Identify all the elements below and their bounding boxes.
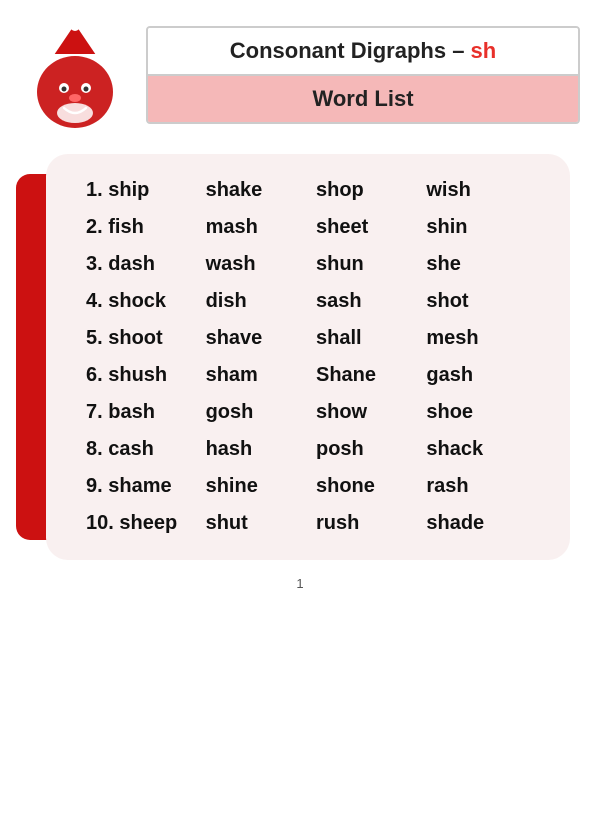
word-cell: shop — [312, 172, 422, 209]
word-cell: 5. shoot — [82, 320, 202, 357]
word-cell: 9. shame — [82, 468, 202, 505]
table-row: 5. shootshaveshallmesh — [82, 320, 542, 357]
word-cell: 7. bash — [82, 394, 202, 431]
word-cell: posh — [312, 431, 422, 468]
word-cell: hash — [202, 431, 312, 468]
mascot — [20, 20, 130, 130]
table-row: 6. shushshamShanegash — [82, 357, 542, 394]
word-cell: 6. shush — [82, 357, 202, 394]
word-cell: mesh — [422, 320, 542, 357]
word-cell: shot — [422, 283, 542, 320]
word-cell: shut — [202, 505, 312, 542]
word-cell: sash — [312, 283, 422, 320]
page-number: 1 — [296, 576, 303, 591]
table-row: 1. shipshakeshopwish — [82, 172, 542, 209]
word-cell: shade — [422, 505, 542, 542]
word-cell: 4. shock — [82, 283, 202, 320]
word-cell: she — [422, 246, 542, 283]
word-cell: shave — [202, 320, 312, 357]
word-cell: dish — [202, 283, 312, 320]
word-cell: rush — [312, 505, 422, 542]
word-cell: wash — [202, 246, 312, 283]
word-cell: mash — [202, 209, 312, 246]
title-bottom: Word List — [148, 76, 578, 122]
word-cell: wish — [422, 172, 542, 209]
table-row: 9. shameshineshonerash — [82, 468, 542, 505]
footer: 1 — [296, 576, 303, 591]
word-cell: sham — [202, 357, 312, 394]
word-cell: shun — [312, 246, 422, 283]
word-cell: show — [312, 394, 422, 431]
title-text: Consonant Digraphs – — [230, 38, 471, 63]
word-cell: shake — [202, 172, 312, 209]
table-row: 2. fishmashsheetshin — [82, 209, 542, 246]
header: Consonant Digraphs – sh Word List — [20, 20, 580, 130]
sh-highlight: sh — [471, 38, 497, 63]
word-cell: shack — [422, 431, 542, 468]
word-cell: shine — [202, 468, 312, 505]
word-table: 1. shipshakeshopwish2. fishmashsheetshin… — [82, 172, 542, 542]
table-row: 8. cashhashposhshack — [82, 431, 542, 468]
word-cell: 3. dash — [82, 246, 202, 283]
word-cell: shone — [312, 468, 422, 505]
word-cell: gash — [422, 357, 542, 394]
word-cell: 10. sheep — [82, 505, 202, 542]
word-cell: 8. cash — [82, 431, 202, 468]
word-list-container: 1. shipshakeshopwish2. fishmashsheetshin… — [30, 154, 570, 560]
table-row: 3. dashwashshunshe — [82, 246, 542, 283]
word-cell: sheet — [312, 209, 422, 246]
word-cell: shall — [312, 320, 422, 357]
word-cell: Shane — [312, 357, 422, 394]
word-card: 1. shipshakeshopwish2. fishmashsheetshin… — [46, 154, 570, 560]
table-row: 7. bashgoshshowshoe — [82, 394, 542, 431]
title-top: Consonant Digraphs – sh — [148, 28, 578, 76]
word-cell: shoe — [422, 394, 542, 431]
word-cell: gosh — [202, 394, 312, 431]
word-cell: shin — [422, 209, 542, 246]
table-row: 4. shockdishsashshot — [82, 283, 542, 320]
word-cell: 1. ship — [82, 172, 202, 209]
table-row: 10. sheepshutrushshade — [82, 505, 542, 542]
word-cell: 2. fish — [82, 209, 202, 246]
title-box: Consonant Digraphs – sh Word List — [146, 26, 580, 124]
word-cell: rash — [422, 468, 542, 505]
